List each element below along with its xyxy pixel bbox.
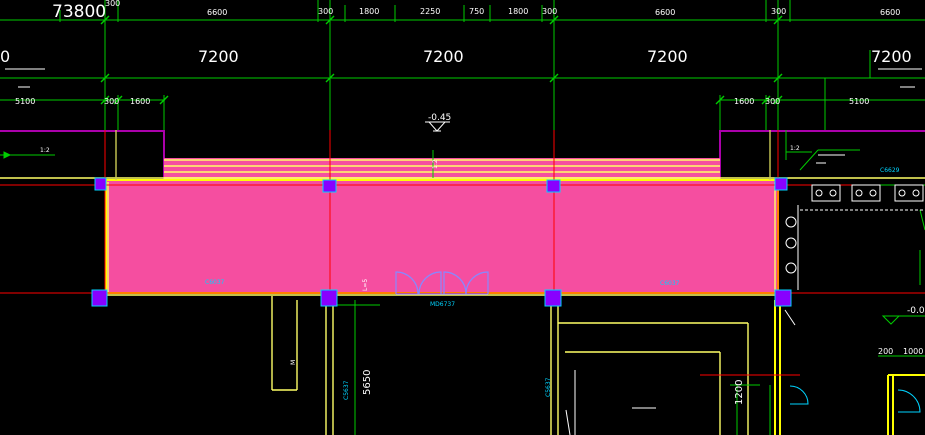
vertical-dim-label: 1200 xyxy=(734,380,745,405)
dim-label: 300 xyxy=(542,7,557,16)
bay-label: 7200 xyxy=(198,47,239,66)
dim-label: 6600 xyxy=(207,8,227,17)
dim-label: 6600 xyxy=(655,8,675,17)
dim-label: 200 xyxy=(878,347,893,356)
dim-label: 6600 xyxy=(880,8,900,17)
bay-label: 7200 xyxy=(647,47,688,66)
dim-label: 1000 xyxy=(903,347,923,356)
right-level-marker-icon xyxy=(881,315,925,325)
vertical-dim-label: 5650 xyxy=(362,370,373,395)
dim-label: 1800 xyxy=(359,7,379,16)
entrance-steps xyxy=(164,158,720,180)
tiny-annotation-marks xyxy=(5,68,922,164)
column xyxy=(774,289,792,307)
level-marker: -0.45 xyxy=(428,113,451,123)
slope-arrow-icon xyxy=(0,151,812,159)
dim-label: 1600 xyxy=(130,97,150,106)
overall-dimension: 73800 xyxy=(52,2,106,22)
stair-label: 1:2 xyxy=(40,147,50,154)
cooktop-icon xyxy=(800,184,925,211)
column xyxy=(544,289,562,307)
small-vertical-label: C5637 xyxy=(343,380,350,400)
door-label: MD6737 xyxy=(430,301,455,308)
dim-label: 300 xyxy=(105,0,120,8)
cad-drawing-canvas[interactable]: 73800 300 6600 300 1800 2250 750 1800 30… xyxy=(0,0,925,435)
right-stair-label: 1:2 xyxy=(790,145,800,152)
dim-label: 300 xyxy=(104,97,119,106)
window-label: C6037 xyxy=(205,279,225,286)
window-label: C6629 xyxy=(880,167,900,174)
dim-label: 300 xyxy=(318,7,333,16)
door-swing-icon xyxy=(789,385,921,413)
dim-label: 5100 xyxy=(15,97,35,106)
dim-label: 5100 xyxy=(849,97,869,106)
small-vertical-label: C5637 xyxy=(545,377,552,397)
partial-bay-label: 0 xyxy=(0,47,10,66)
column xyxy=(546,179,561,193)
round-fixtures-icon xyxy=(785,205,799,290)
dim-label: 750 xyxy=(469,7,484,16)
small-vertical-label: L=5 xyxy=(362,279,369,291)
window-label: C6037 xyxy=(660,280,680,287)
bay-label: 7200 xyxy=(423,47,464,66)
small-vertical-label: M xyxy=(290,360,297,365)
ramp-label: 1:2 xyxy=(432,159,439,169)
column xyxy=(774,177,788,191)
bay-label: 7200 xyxy=(871,47,912,66)
dim-label: 1600 xyxy=(734,97,754,106)
highlighted-room[interactable] xyxy=(105,179,779,294)
dim-label: 1800 xyxy=(508,7,528,16)
column xyxy=(320,289,338,307)
right-level-marker: -0.0 xyxy=(907,306,925,316)
top-dimension-labels: 300 6600 300 1800 2250 750 1800 300 6600… xyxy=(105,0,900,17)
column xyxy=(322,179,337,193)
dim-label: 300 xyxy=(765,97,780,106)
column xyxy=(94,177,107,191)
dim-label: 300 xyxy=(771,7,786,16)
bay-dimension-labels: 0 7200 7200 7200 7200 xyxy=(0,47,912,66)
dim-label: 2250 xyxy=(420,7,440,16)
column xyxy=(91,289,108,307)
side-dimension-labels: 5100 300 1600 1600 300 5100 xyxy=(15,97,869,106)
small-fixtures xyxy=(565,309,796,435)
